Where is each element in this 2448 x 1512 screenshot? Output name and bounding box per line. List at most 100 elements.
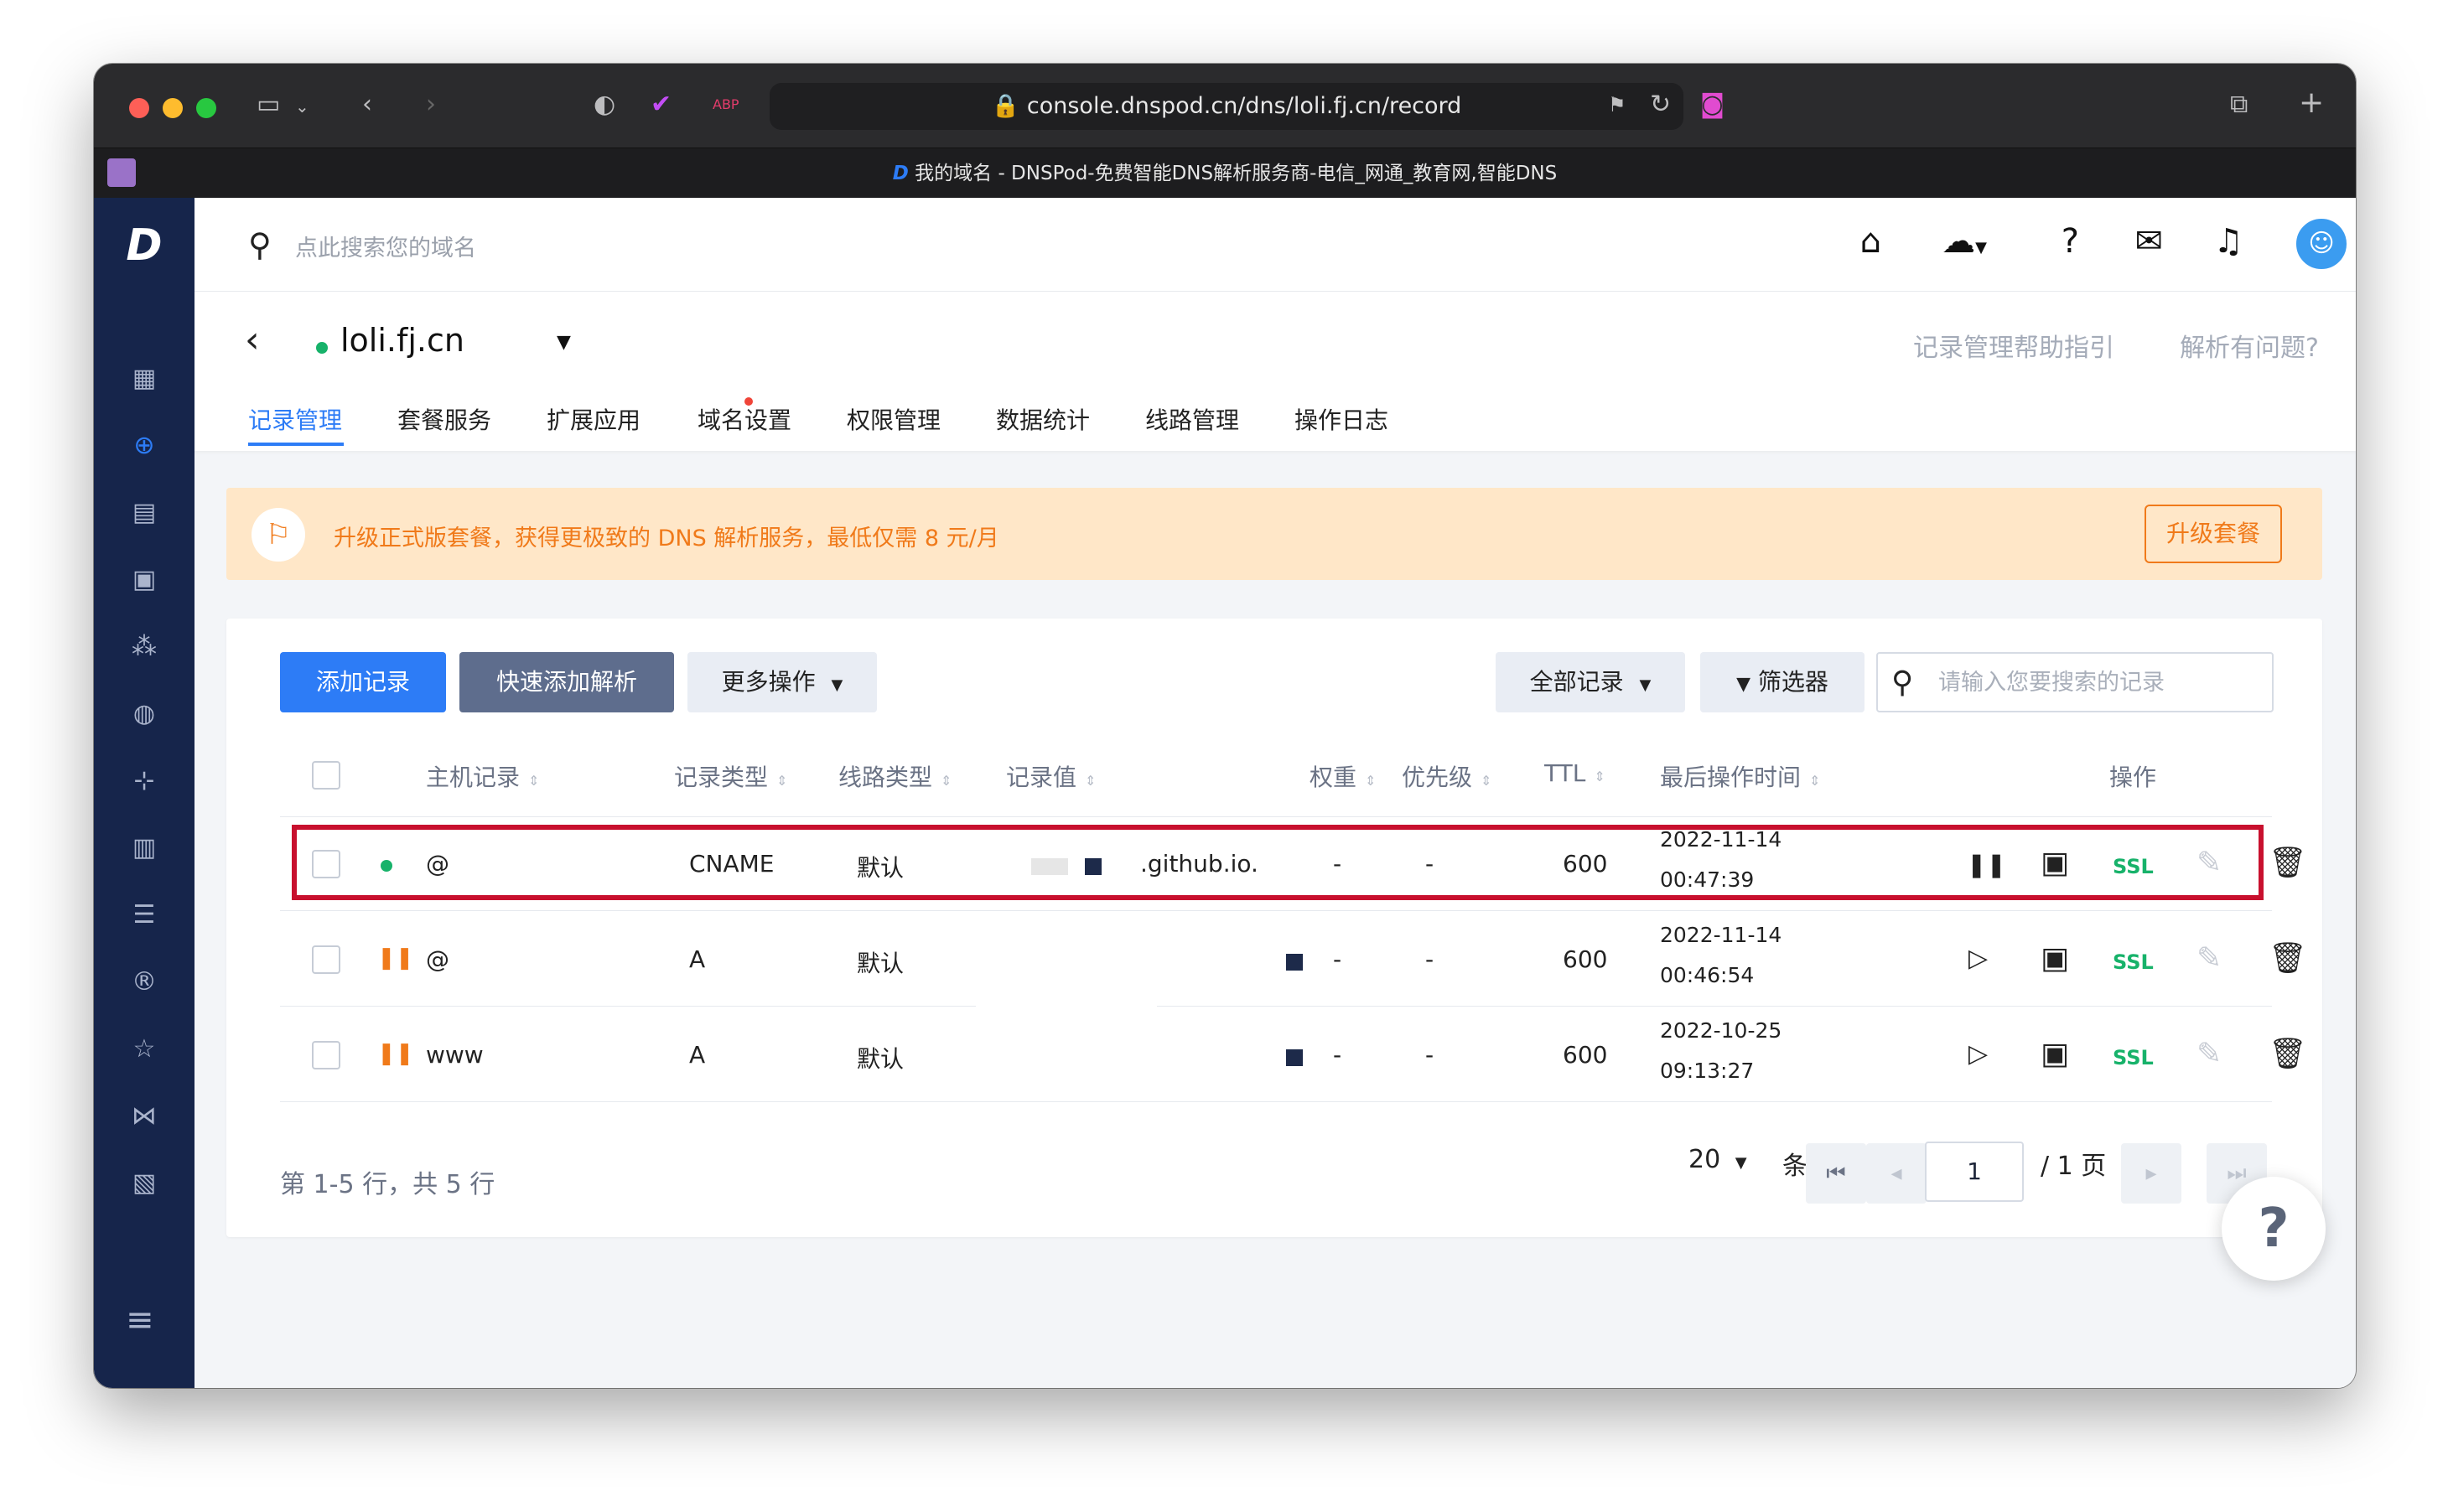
- reload-icon[interactable]: ↻: [1650, 92, 1671, 117]
- header-value[interactable]: 记录值 ⇕: [1006, 759, 1096, 793]
- monitor-icon[interactable]: ▣: [129, 565, 159, 595]
- row-type[interactable]: A: [689, 1041, 705, 1069]
- home-icon[interactable]: ⌂: [1860, 223, 1881, 260]
- more-actions-button[interactable]: 更多操作 ▼: [687, 652, 877, 712]
- header-type[interactable]: 记录类型 ⇕: [674, 759, 787, 793]
- globe-icon[interactable]: ⊕: [129, 431, 159, 461]
- all-records-dropdown[interactable]: 全部记录 ▼: [1496, 652, 1685, 712]
- resolve-problem-link[interactable]: 解析有问题?: [2180, 327, 2319, 364]
- row-summary: 第 1-5 行，共 5 行: [280, 1170, 495, 1199]
- trash-icon[interactable]: 🗑: [2269, 847, 2307, 880]
- back-icon[interactable]: ‹: [245, 318, 260, 361]
- row-line[interactable]: 默认: [857, 945, 904, 979]
- search-icon[interactable]: ⚲: [248, 226, 272, 263]
- trash-icon[interactable]: 🗑: [2269, 1038, 2307, 1071]
- tab-package-service[interactable]: 套餐服务: [397, 402, 491, 436]
- first-page-icon[interactable]: ⏮: [1806, 1143, 1866, 1204]
- forward-arrow-icon[interactable]: ›: [426, 92, 436, 117]
- chevron-down-icon[interactable]: ▼: [557, 332, 571, 353]
- sidebar-toggle-icon[interactable]: ▭: [257, 92, 280, 117]
- row-host[interactable]: www: [426, 1041, 484, 1069]
- archive-icon[interactable]: ▧: [129, 1168, 159, 1199]
- network-icon[interactable]: ⁂: [129, 632, 159, 662]
- monitor-icon[interactable]: ▣: [2041, 1038, 2069, 1071]
- row-ttl[interactable]: 600: [1563, 1041, 1607, 1069]
- help-guide-link[interactable]: 记录管理帮助指引: [1913, 327, 2114, 364]
- header-weight[interactable]: 权重 ⇕: [1310, 759, 1376, 793]
- row-checkbox[interactable]: [312, 945, 340, 974]
- tab-statistics[interactable]: 数据统计: [996, 402, 1090, 436]
- list-icon[interactable]: ☰: [129, 900, 159, 930]
- new-tab-icon[interactable]: +: [2299, 88, 2324, 118]
- tab-record-management[interactable]: 记录管理: [248, 402, 342, 436]
- header-time[interactable]: 最后操作时间 ⇕: [1660, 759, 1820, 793]
- upgrade-button[interactable]: 升级套餐: [2145, 505, 2282, 563]
- row-line[interactable]: 默认: [857, 1041, 904, 1074]
- floating-help-button[interactable]: ?: [2222, 1177, 2326, 1281]
- briefcase-icon[interactable]: ▥: [129, 833, 159, 863]
- tab-domain-settings[interactable]: 域名设置: [698, 402, 791, 436]
- bowtie-icon[interactable]: ⋈: [129, 1101, 159, 1131]
- tab-extensions[interactable]: 扩展应用: [547, 402, 641, 436]
- nodes-icon[interactable]: ⊹: [129, 766, 159, 796]
- extension-check-icon[interactable]: ✔: [651, 92, 672, 117]
- bell-icon[interactable]: ♫: [2213, 223, 2243, 260]
- adblock-icon[interactable]: ABP: [713, 92, 739, 117]
- more-actions-label: 更多操作: [721, 668, 816, 696]
- ssl-button[interactable]: SSL: [2113, 1046, 2154, 1069]
- avatar[interactable]: ☺: [2294, 216, 2349, 272]
- row-host[interactable]: @: [426, 945, 449, 973]
- ssl-button[interactable]: SSL: [2113, 950, 2154, 974]
- row-checkbox[interactable]: [312, 1041, 340, 1069]
- header-ttl[interactable]: TTL ⇕: [1544, 759, 1605, 787]
- minimize-window-button[interactable]: [163, 98, 183, 118]
- header-priority[interactable]: 优先级 ⇕: [1402, 759, 1491, 793]
- tab-permissions[interactable]: 权限管理: [847, 402, 941, 436]
- help-icon[interactable]: ?: [2062, 223, 2079, 260]
- upgrade-banner: ⚐ 升级正式版套餐，获得更极致的 DNS 解析服务，最低仅需 8 元/月 升级套…: [226, 488, 2322, 580]
- zoom-window-button[interactable]: [196, 98, 216, 118]
- dnspod-favicon-icon: D: [892, 163, 909, 184]
- chevron-down-icon[interactable]: ⌄: [295, 94, 309, 119]
- extension-mask-icon[interactable]: ◙: [1700, 92, 1724, 117]
- back-arrow-icon[interactable]: ‹: [362, 92, 372, 117]
- quick-add-button[interactable]: 快速添加解析: [459, 652, 674, 712]
- add-record-button[interactable]: 添加记录: [280, 652, 446, 712]
- header-line[interactable]: 线路类型 ⇕: [838, 759, 952, 793]
- domain-name[interactable]: loli.fj.cn: [340, 322, 464, 359]
- domain-search-input[interactable]: 点此搜索您的域名: [295, 230, 476, 262]
- header-host[interactable]: 主机记录 ⇕: [426, 759, 539, 793]
- wechat-icon[interactable]: ✉: [2134, 223, 2163, 260]
- monitor-icon[interactable]: ▣: [2041, 942, 2069, 976]
- page-size-select[interactable]: 20 ▼: [1688, 1145, 1747, 1174]
- registered-icon[interactable]: ®: [129, 967, 159, 997]
- close-window-button[interactable]: [129, 98, 149, 118]
- world-icon[interactable]: ◍: [129, 699, 159, 729]
- cloud-icon[interactable]: ☁▼: [1942, 223, 1987, 267]
- tabs-overview-icon[interactable]: ⧉: [2230, 92, 2248, 117]
- record-search-input[interactable]: [1938, 665, 2257, 699]
- collapse-menu-icon[interactable]: ≡: [126, 1301, 154, 1339]
- star-box-icon[interactable]: ☆: [129, 1034, 159, 1064]
- shield-icon[interactable]: ◐: [594, 92, 615, 117]
- dnspod-logo[interactable]: D: [119, 223, 169, 268]
- tab-line-management[interactable]: 线路管理: [1145, 402, 1239, 436]
- filter-button[interactable]: ▼ 筛选器: [1700, 652, 1865, 712]
- play-icon[interactable]: ▷: [1968, 942, 1988, 976]
- header-actions: 操作: [2109, 764, 2157, 791]
- row-date: 2022-11-14: [1660, 923, 1782, 947]
- dashboard-icon[interactable]: ▦: [129, 364, 159, 394]
- trash-icon[interactable]: 🗑: [2269, 942, 2307, 976]
- search-icon[interactable]: ⚲: [1891, 665, 1913, 700]
- translate-icon[interactable]: ⚑: [1608, 92, 1626, 117]
- tab-operation-log[interactable]: 操作日志: [1294, 402, 1388, 436]
- row-ttl[interactable]: 600: [1563, 945, 1607, 973]
- tab-bar: D 我的域名 - DNSPod-免费智能DNS解析服务商-电信_网通_教育网,智…: [94, 148, 2356, 198]
- address-bar[interactable]: 🔒 console.dnspod.cn/dns/loli.fj.cn/recor…: [770, 83, 1683, 130]
- row-type[interactable]: A: [689, 945, 705, 973]
- select-all-checkbox[interactable]: [312, 761, 340, 790]
- active-tab[interactable]: D 我的域名 - DNSPod-免费智能DNS解析服务商-电信_网通_教育网,智…: [94, 148, 2356, 199]
- play-icon[interactable]: ▷: [1968, 1038, 1988, 1071]
- page-number-input[interactable]: 1: [1925, 1142, 2024, 1202]
- window-icon[interactable]: ▤: [129, 498, 159, 528]
